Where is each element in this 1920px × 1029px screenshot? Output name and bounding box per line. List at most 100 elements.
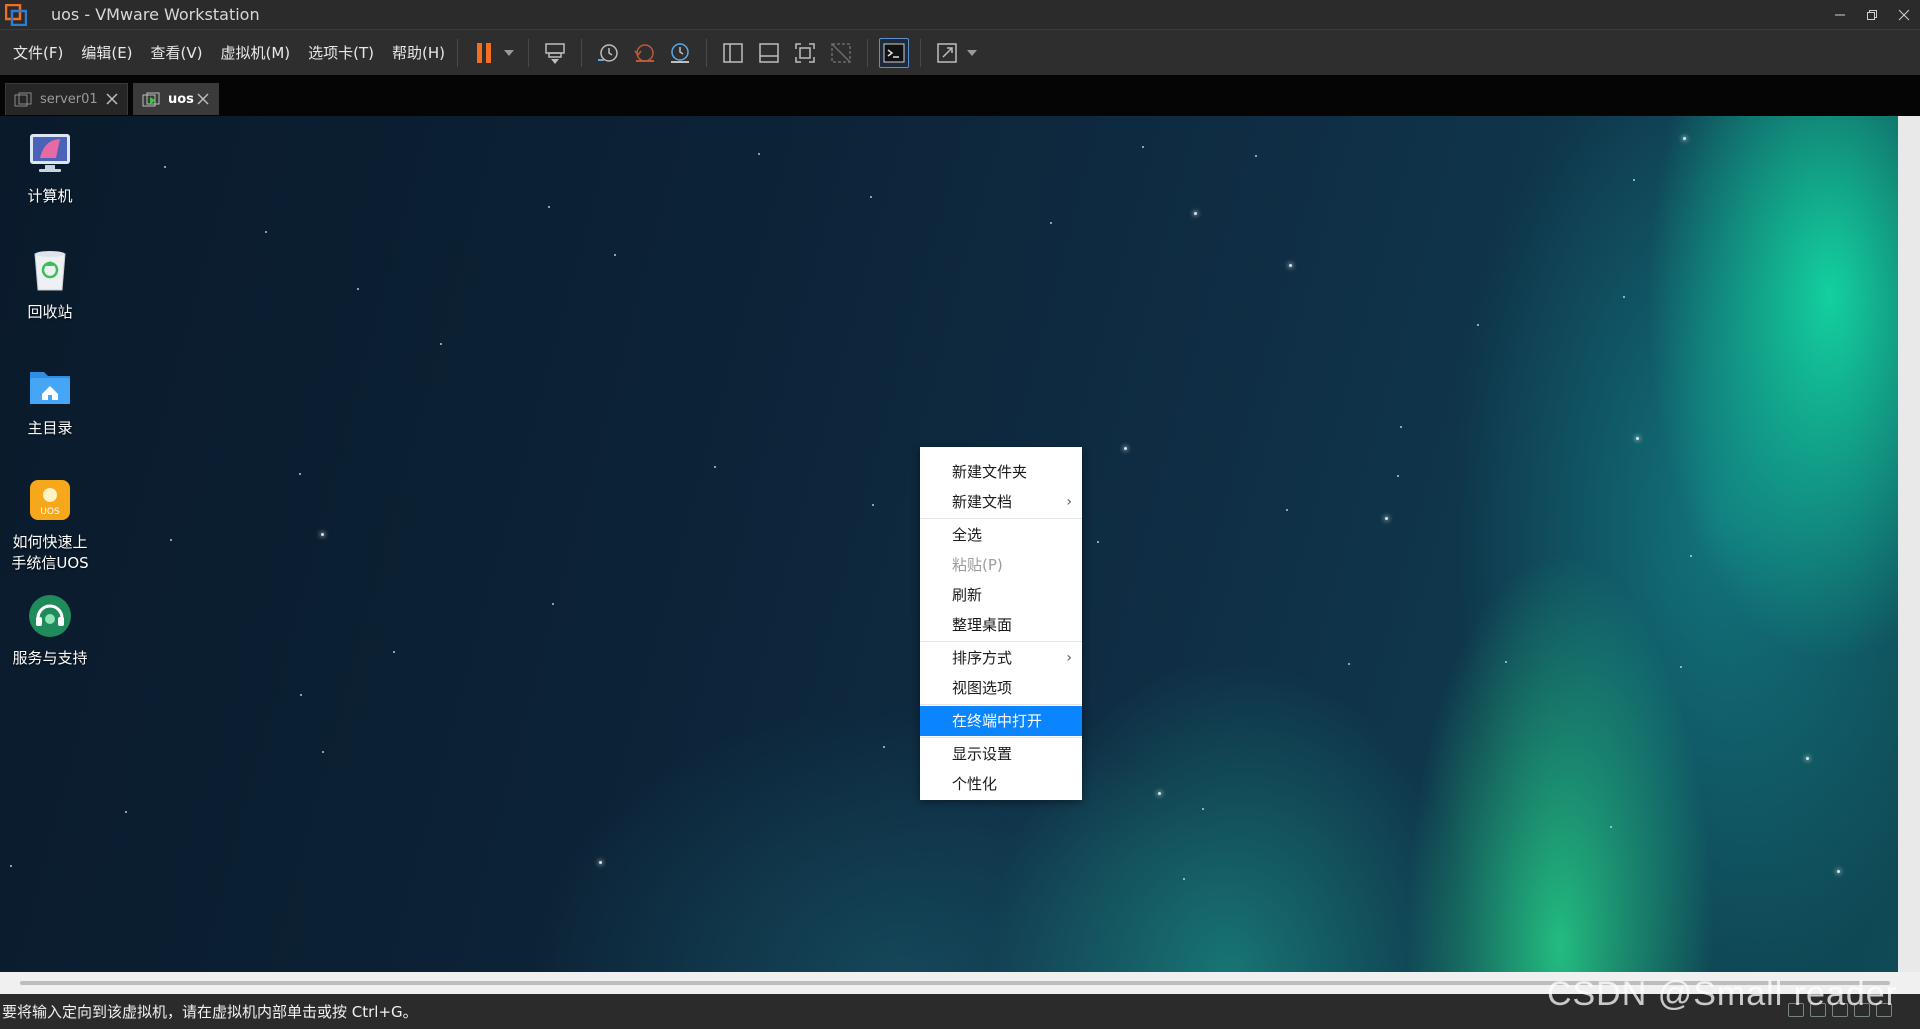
stretch-button[interactable]	[932, 38, 962, 68]
vertical-scrollbar[interactable]	[1898, 116, 1920, 972]
close-tab-icon[interactable]	[196, 92, 210, 106]
snapshot-manager-button[interactable]	[665, 38, 695, 68]
library-view-button[interactable]	[718, 38, 748, 68]
chevron-down-icon	[967, 49, 978, 56]
desktop-icon-computer[interactable]: 计算机	[2, 130, 98, 207]
close-icon	[1898, 9, 1910, 20]
star	[1194, 212, 1197, 215]
star	[1142, 146, 1144, 148]
toolbar-separator	[867, 38, 869, 67]
desktop-icon-label-line2: 手统信UOS	[11, 554, 89, 572]
menu-edit[interactable]: 编辑(E)	[81, 42, 132, 63]
tab-server01[interactable]: server01	[5, 83, 128, 115]
menu-item-sort-by[interactable]: 排序方式 ›	[920, 643, 1082, 673]
menu-file[interactable]: 文件(F)	[13, 42, 63, 63]
star	[1183, 878, 1185, 880]
toolbar-separator	[706, 38, 708, 67]
menu-item-personalize[interactable]: 个性化	[920, 769, 1082, 799]
star	[614, 254, 616, 256]
menu-item-label: 粘贴(P)	[952, 556, 1003, 574]
toolbar-separator	[457, 38, 459, 67]
toolbar-separator	[528, 38, 530, 67]
computer-icon	[30, 134, 70, 172]
svg-text:UOS: UOS	[40, 507, 60, 517]
star	[872, 504, 874, 506]
star	[164, 166, 166, 168]
snapshot-revert-icon	[634, 43, 655, 62]
unity-icon	[831, 42, 851, 63]
desktop-icon-home[interactable]: 主目录	[2, 362, 98, 439]
star	[1050, 222, 1052, 224]
menu-item-new-folder[interactable]: 新建文件夹	[920, 457, 1082, 487]
desktop-icon-trash[interactable]: 回收站	[2, 246, 98, 323]
star	[1680, 666, 1682, 668]
star	[599, 861, 602, 864]
star	[552, 603, 554, 605]
close-tab-icon[interactable]	[105, 92, 119, 106]
desktop-icon-label: 回收站	[27, 303, 73, 321]
menu-tabs[interactable]: 选项卡(T)	[308, 42, 374, 63]
minimize-icon	[1835, 14, 1845, 15]
console-icon	[883, 43, 905, 62]
fullscreen-button[interactable]	[790, 38, 820, 68]
star	[1636, 437, 1639, 440]
snapshot-manager-icon	[671, 42, 690, 63]
fullscreen-icon	[795, 42, 815, 63]
chevron-right-icon: ›	[1066, 650, 1072, 666]
vm-desktop[interactable]: 计算机 回收站 主目录 UOS 如何快速上 手统信UOS 服务与支持 新建文件夹…	[0, 116, 1898, 972]
watermark: CSDN @Small reader	[1546, 975, 1898, 1013]
menu-item-view-options[interactable]: 视图选项	[920, 673, 1082, 703]
star	[300, 694, 302, 696]
menu-separator	[920, 704, 1082, 705]
support-icon	[29, 595, 71, 637]
menu-item-label: 新建文档	[952, 493, 1013, 511]
snapshot-take-button[interactable]	[593, 38, 623, 68]
menu-vm[interactable]: 虚拟机(M)	[221, 42, 291, 63]
star	[1400, 426, 1402, 428]
send-ctrl-alt-del-button[interactable]	[540, 38, 570, 68]
menu-toolbar: 文件(F) 编辑(E) 查看(V) 虚拟机(M) 选项卡(T) 帮助(H)	[0, 29, 1920, 75]
star	[1097, 541, 1099, 543]
power-dropdown[interactable]	[502, 38, 516, 68]
menu-item-label: 在终端中打开	[952, 712, 1043, 730]
star	[883, 746, 885, 748]
desktop-icon-support[interactable]: 服务与支持	[2, 592, 98, 669]
star	[393, 651, 395, 653]
menu-item-arrange-desktop[interactable]: 整理桌面	[920, 610, 1082, 640]
pause-button[interactable]	[469, 38, 499, 68]
pause-icon	[477, 42, 492, 63]
menu-item-new-document[interactable]: 新建文档 ›	[920, 487, 1082, 517]
star	[170, 539, 172, 541]
stretch-dropdown[interactable]	[965, 38, 979, 68]
toolbar-separator	[920, 38, 922, 67]
tab-uos[interactable]: uos	[133, 83, 219, 115]
menu-help[interactable]: 帮助(H)	[392, 42, 445, 63]
console-view-button[interactable]	[879, 37, 910, 68]
snapshot-take-icon	[598, 43, 618, 62]
vmware-logo-icon	[5, 3, 27, 26]
menu-item-label: 新建文件夹	[952, 463, 1028, 481]
star	[1633, 179, 1635, 181]
menu-view[interactable]: 查看(V)	[151, 42, 203, 63]
snapshot-revert-button[interactable]	[629, 38, 659, 68]
menu-item-paste: 粘贴(P)	[920, 550, 1082, 580]
tab-label: server01	[40, 92, 98, 107]
chevron-down-icon	[504, 49, 515, 56]
menu-item-display-settings[interactable]: 显示设置	[920, 739, 1082, 769]
menu-separator	[920, 737, 1082, 738]
star	[1348, 663, 1350, 665]
restore-button[interactable]	[1856, 0, 1888, 29]
menu-item-refresh[interactable]: 刷新	[920, 580, 1082, 610]
menu-item-label: 排序方式	[952, 649, 1013, 667]
desktop-icon-label: 主目录	[27, 419, 73, 437]
unity-button[interactable]	[826, 38, 856, 68]
minimize-button[interactable]	[1824, 0, 1856, 29]
menu-item-open-in-terminal[interactable]: 在终端中打开	[920, 706, 1082, 736]
window-controls	[1824, 0, 1920, 29]
star	[265, 231, 267, 233]
menu-item-select-all[interactable]: 全选	[920, 520, 1082, 550]
desktop-icon-uos-guide[interactable]: UOS 如何快速上 手统信UOS	[2, 476, 98, 574]
thumbnail-view-button[interactable]	[754, 38, 784, 68]
library-view-icon	[723, 42, 743, 63]
close-window-button[interactable]	[1888, 0, 1920, 29]
